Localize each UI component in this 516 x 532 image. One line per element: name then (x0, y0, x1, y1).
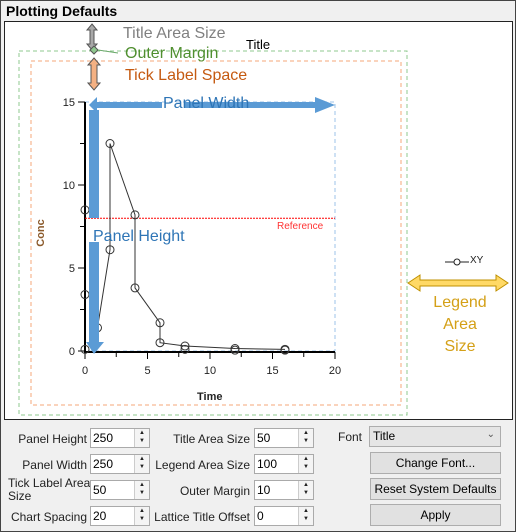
panel-width-label: Panel Width (163, 95, 250, 112)
legend-area-text2: Size (444, 338, 476, 355)
spinner-icon[interactable]: ▲ ▼ (298, 455, 313, 473)
dialog-title: Plotting Defaults (6, 3, 118, 19)
t2: Size (8, 489, 32, 503)
value: 100 (257, 457, 278, 471)
chart-title: Title (246, 37, 271, 52)
x-tick-label: 10 (204, 365, 216, 377)
value: 250 (93, 431, 114, 445)
legend-marker (453, 258, 461, 266)
panel-height-label: Panel Height (18, 432, 87, 446)
t1: Tick Label Area (8, 476, 91, 490)
title-area-label: Title Area Size (123, 25, 226, 42)
x-tick-label: 15 (266, 365, 278, 377)
outer-margin-label: Outer Margin (125, 45, 219, 62)
spinner-icon[interactable]: ▲ ▼ (134, 429, 149, 447)
reference-label: Reference (277, 221, 324, 232)
spinner-icon[interactable]: ▲ ▼ (134, 507, 149, 525)
chart-spacing-input[interactable]: 20 ▲ ▼ (90, 506, 150, 526)
series-line (97, 143, 286, 350)
value: 50 (257, 431, 271, 445)
spinner-icon[interactable]: ▲ ▼ (298, 507, 313, 525)
preview-svg: 0 5 10 15 20 0 5 10 15 (18, 23, 509, 416)
panel-width-label2: Panel Width (22, 458, 87, 472)
value: 0 (257, 509, 264, 523)
value: 10 (257, 483, 271, 497)
y-tick-label: 5 (69, 263, 75, 275)
spinner-icon[interactable]: ▲ ▼ (134, 455, 149, 473)
legend-area-size-label: Legend Area Size (155, 458, 250, 472)
spinner-icon[interactable]: ▲ ▼ (134, 481, 149, 499)
y-tick-label: 10 (63, 180, 75, 192)
panel-height-input[interactable]: 250 ▲ ▼ (90, 428, 150, 448)
value: 250 (93, 457, 114, 471)
outer-margin-pointer (97, 49, 119, 54)
y-tick-label: 15 (63, 97, 75, 109)
value: 50 (93, 483, 107, 497)
value: 20 (93, 509, 107, 523)
legend-area-label: Legend Area Size (415, 292, 505, 358)
x-tick-label: 0 (82, 365, 88, 377)
title-area-size-label: Title Area Size (173, 432, 250, 446)
font-select[interactable]: Title ⌄ (369, 426, 501, 447)
outer-margin-label2: Outer Margin (179, 484, 250, 498)
lattice-title-offset-input[interactable]: 0 ▲ ▼ (254, 506, 314, 526)
y-tick-label: 0 (69, 346, 75, 358)
x-tick-label: 20 (329, 365, 341, 377)
preview-canvas: 0 5 10 15 20 0 5 10 15 Title Area Size Title Out… (4, 21, 513, 420)
chevron-down-icon: ⌄ (486, 429, 495, 440)
outer-margin-input[interactable]: 10 ▲ ▼ (254, 480, 314, 500)
legend-area-arrow-icon (407, 274, 509, 292)
panel-width-input[interactable]: 250 ▲ ▼ (90, 454, 150, 474)
lattice-title-offset-label: Lattice Title Offset (154, 510, 250, 524)
apply-button[interactable]: Apply (370, 504, 501, 526)
panel-height-label: Panel Height (93, 228, 185, 245)
font-value: Title (373, 429, 396, 443)
y-axis-label: Conc (34, 219, 47, 247)
tick-label-space-label: Tick Label Space (125, 67, 248, 84)
spinner-icon[interactable]: ▲ ▼ (298, 481, 313, 499)
font-label: Font (338, 430, 363, 444)
data-marks (80, 139, 335, 355)
legend-area-size-input[interactable]: 100 ▲ ▼ (254, 454, 314, 474)
tick-label-area-input[interactable]: 50 ▲ ▼ (90, 480, 150, 500)
legend-entry: XY (470, 255, 484, 266)
tick-label-area-label: Tick Label Area Size (8, 477, 90, 503)
chart-spacing-label: Chart Spacing (10, 510, 87, 524)
reset-defaults-button[interactable]: Reset System Defaults (370, 478, 501, 500)
legend-area-text: Legend Area (433, 294, 487, 333)
title-area-size-input[interactable]: 50 ▲ ▼ (254, 428, 314, 448)
x-axis-label: Time (197, 391, 223, 403)
change-font-button[interactable]: Change Font... (370, 452, 501, 474)
title-area-arrow-icon (85, 23, 99, 51)
tick-label-arrow-icon (86, 57, 102, 91)
spinner-icon[interactable]: ▲ ▼ (298, 429, 313, 447)
x-tick-label: 5 (144, 365, 150, 377)
